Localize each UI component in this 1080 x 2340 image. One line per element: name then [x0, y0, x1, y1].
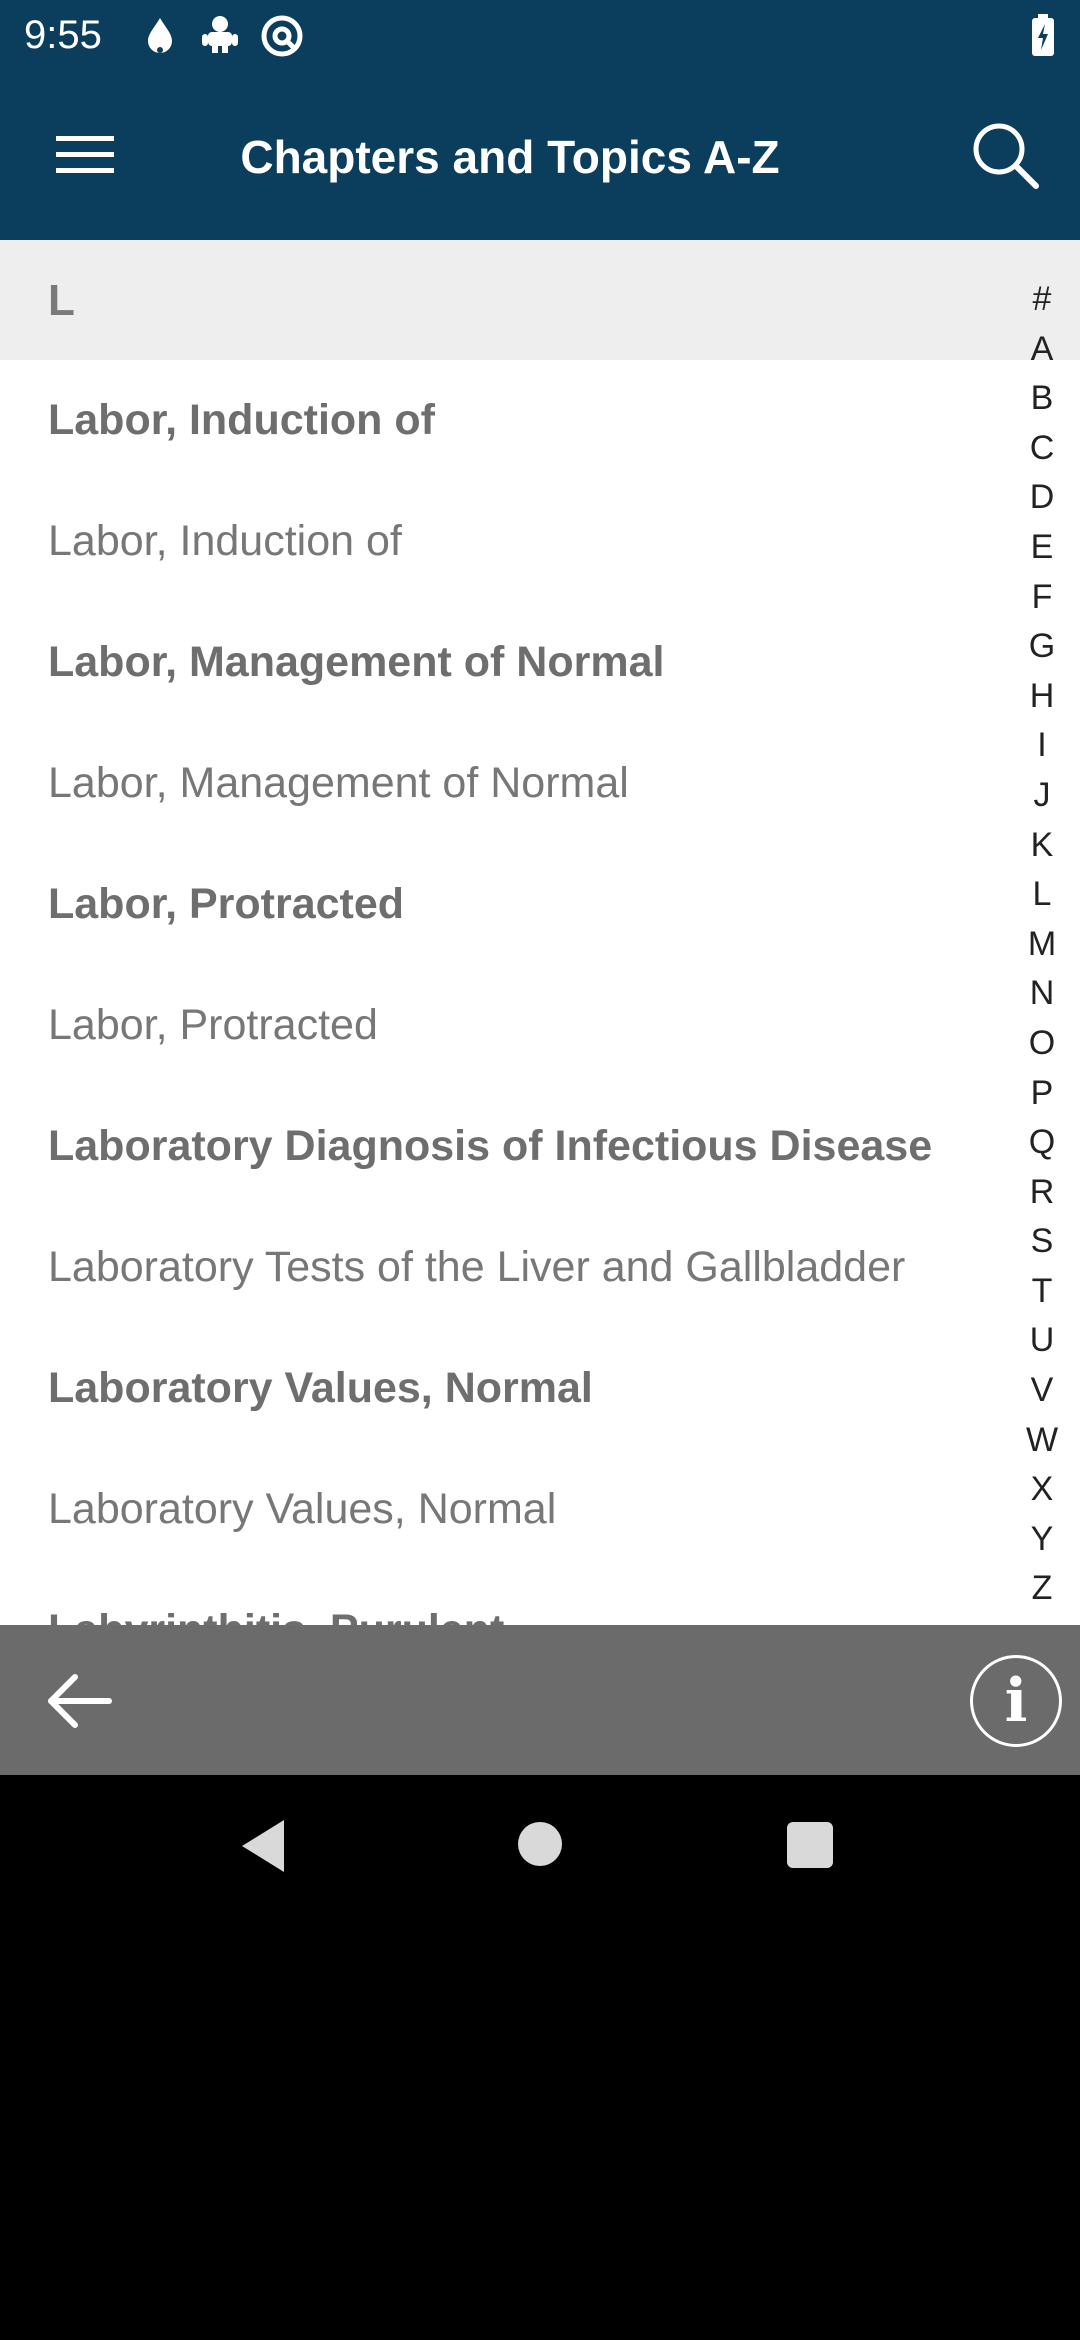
- topic-list[interactable]: Labor, Induction of Labor, Induction of …: [0, 360, 990, 1625]
- vpn-at-icon: [261, 15, 303, 57]
- index-letter[interactable]: K: [1031, 821, 1054, 871]
- index-letter[interactable]: M: [1028, 920, 1056, 970]
- index-letter[interactable]: R: [1030, 1168, 1055, 1218]
- arrow-left-icon: [48, 1674, 112, 1728]
- section-letter: L: [48, 276, 75, 325]
- index-letter[interactable]: F: [1032, 573, 1053, 623]
- search-button[interactable]: [960, 115, 1050, 195]
- section-header: L: [0, 240, 1080, 360]
- index-letter[interactable]: #: [1033, 275, 1052, 325]
- index-letter[interactable]: C: [1030, 424, 1055, 474]
- index-letter[interactable]: E: [1031, 523, 1054, 573]
- topic-content[interactable]: L Labor, Induction of Labor, Induction o…: [0, 240, 1080, 1625]
- index-letter[interactable]: V: [1031, 1366, 1054, 1416]
- index-letter[interactable]: U: [1030, 1316, 1055, 1366]
- index-letter[interactable]: W: [1026, 1416, 1058, 1466]
- index-letter[interactable]: N: [1030, 969, 1055, 1019]
- search-icon: [973, 123, 1039, 189]
- index-letter[interactable]: B: [1031, 374, 1054, 424]
- status-bar: 9:55: [0, 0, 1080, 70]
- nav-back-icon[interactable]: [238, 1818, 288, 1874]
- index-letter[interactable]: Z: [1032, 1564, 1053, 1614]
- index-letter[interactable]: G: [1029, 622, 1055, 672]
- index-letter[interactable]: T: [1032, 1267, 1053, 1317]
- index-letter[interactable]: A: [1031, 325, 1054, 375]
- system-nav-bar: [0, 1775, 1080, 1920]
- page-title: Chapters and Topics A-Z: [240, 131, 780, 183]
- index-letter[interactable]: H: [1030, 672, 1055, 722]
- list-item[interactable]: Laboratory Values, Normal: [0, 1449, 990, 1570]
- list-item[interactable]: Labor, Induction of: [0, 481, 990, 602]
- nav-recents-icon[interactable]: [787, 1822, 833, 1868]
- index-letter[interactable]: L: [1033, 870, 1052, 920]
- index-letter[interactable]: J: [1034, 771, 1051, 821]
- status-time: 9:55: [24, 13, 102, 57]
- info-button[interactable]: i: [970, 1655, 1062, 1747]
- index-letter[interactable]: Y: [1031, 1515, 1054, 1565]
- index-letter[interactable]: S: [1031, 1217, 1054, 1267]
- battery-charging-icon: [1032, 14, 1054, 56]
- list-item[interactable]: Laboratory Diagnosis of Infectious Disea…: [0, 1086, 990, 1207]
- list-item[interactable]: Laboratory Values, Normal: [0, 1328, 990, 1449]
- back-button[interactable]: [38, 1663, 118, 1739]
- index-letter[interactable]: P: [1031, 1069, 1054, 1119]
- index-letter[interactable]: O: [1029, 1019, 1055, 1069]
- android-notification-icon: [202, 16, 238, 53]
- list-item[interactable]: Labor, Protracted: [0, 965, 990, 1086]
- alphabet-index[interactable]: # A B C D E F G H I J K L M N O P Q R S T U V W X Y Z: [1022, 275, 1062, 1614]
- index-letter[interactable]: Q: [1029, 1118, 1055, 1168]
- index-letter[interactable]: I: [1037, 721, 1046, 771]
- list-item[interactable]: Labor, Protracted: [0, 844, 990, 965]
- drop-notification-icon: [148, 18, 172, 53]
- list-item[interactable]: Labyrinthitis, Purulent: [0, 1570, 990, 1625]
- list-item[interactable]: Laboratory Tests of the Liver and Gallbl…: [0, 1207, 990, 1328]
- index-letter[interactable]: X: [1031, 1465, 1054, 1515]
- app-bar: Chapters and Topics A-Z: [0, 70, 1080, 240]
- nav-home-icon[interactable]: [518, 1822, 562, 1866]
- list-item[interactable]: Labor, Management of Normal: [0, 602, 990, 723]
- list-item[interactable]: Labor, Management of Normal: [0, 723, 990, 844]
- status-notification-icons: [140, 14, 304, 58]
- info-icon: i: [1004, 1666, 1028, 1736]
- bottom-toolbar: i: [0, 1625, 1080, 1775]
- index-letter[interactable]: D: [1030, 473, 1055, 523]
- list-item[interactable]: Labor, Induction of: [0, 360, 990, 481]
